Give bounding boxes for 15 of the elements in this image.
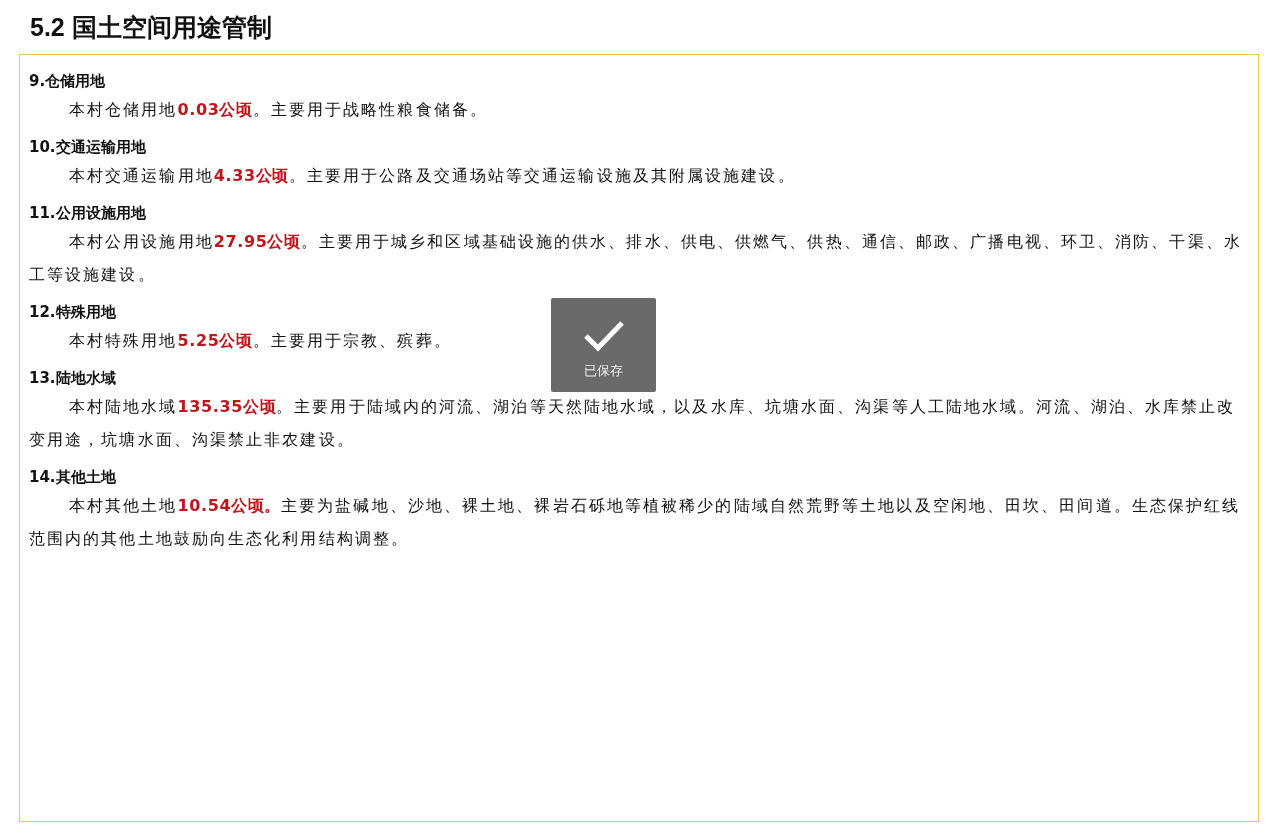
checkmark-icon xyxy=(582,320,625,352)
subsection-heading: 10.交通运输用地 xyxy=(29,137,146,158)
paragraph: 本村其他土地 10.54公顷。主要为盐碱地、沙地、裸土地、裸岩石砾地等植被稀少的陆域自然荒野等土地以及空闲地、田坎、田间道。生态保护红线范围内的其他土地鼓励向生态化利用结构调整。 xyxy=(29,495,1242,550)
paragraph: 本村仓储用地0.03公顷。主要用于战略性粮食储备。 xyxy=(68,99,488,121)
subsection-heading: 13.陆地水域 xyxy=(29,368,116,389)
subsection-heading: 11.公用设施用地 xyxy=(29,203,146,224)
toast-message: 已保存 xyxy=(584,362,623,380)
subsection-heading: 12.特殊用地 xyxy=(29,302,116,323)
paragraph: 本村陆地水域 135.35公顷。主要用于陆域内的河流、湖泊等天然陆地水域，以及水库、坑塘水面、沟渠等人工陆地水域。河流、湖泊、水库禁止改变用途，坑塘水面、沟渠禁止非农建设。 xyxy=(29,396,1237,451)
subsection-heading: 9.仓储用地 xyxy=(29,71,106,92)
section-title: 5.2 国土空间用途管制 xyxy=(30,12,273,43)
paragraph: 本村特殊用地5.25公顷。主要用于宗教、殡葬。 xyxy=(68,330,452,352)
paragraph: 本村交通运输用地4.33公顷。主要用于公路及交通场站等交通运输设施及其附属设施建设。 xyxy=(68,165,796,187)
subsection-heading: 14.其他土地 xyxy=(29,467,116,488)
paragraph: 本村公用设施用地27.95公顷。主要用于城乡和区域基础设施的供水、排水、供电、供燃气、供热、通信、邮政、广播电视、环卫、消防、干渠、水工等设施建设。 xyxy=(29,231,1243,286)
